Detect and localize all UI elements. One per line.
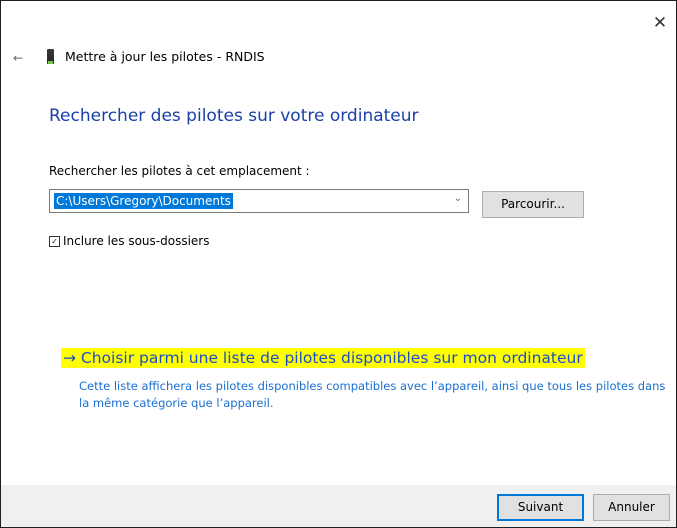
browse-button[interactable]: Parcourir... [482, 191, 584, 218]
page-heading: Rechercher des pilotes sur votre ordinat… [49, 106, 419, 126]
choose-driver-list-link[interactable]: → Choisir parmi une liste de pilotes dis… [61, 348, 585, 368]
include-subfolders-label[interactable]: Inclure les sous-dossiers [63, 234, 209, 248]
cancel-button[interactable]: Annuler [593, 494, 670, 521]
choose-driver-description: Cette liste affichera les pilotes dispon… [79, 379, 666, 410]
include-subfolders-checkbox[interactable]: ✓ Inclure les sous-dossiers [49, 234, 209, 248]
device-icon [47, 49, 54, 64]
dialog-footer: Suivant Annuler [1, 485, 676, 527]
next-button[interactable]: Suivant [497, 494, 584, 521]
path-input-value[interactable]: C:\Users\Gregory\Documents [54, 193, 233, 209]
close-icon[interactable]: ✕ [650, 13, 670, 33]
driver-update-dialog: ✕ ← Mettre à jour les pilotes - RNDIS Re… [0, 0, 677, 528]
dialog-title: Mettre à jour les pilotes - RNDIS [65, 49, 265, 64]
dialog-title-row: Mettre à jour les pilotes - RNDIS [47, 49, 265, 64]
chevron-down-icon[interactable]: ⌄ [454, 193, 462, 204]
checkbox-check-icon[interactable]: ✓ [49, 235, 60, 247]
path-combobox[interactable]: C:\Users\Gregory\Documents ⌄ [49, 189, 469, 213]
back-arrow-icon[interactable]: ← [13, 51, 23, 65]
location-label: Rechercher les pilotes à cet emplacement… [49, 164, 310, 178]
